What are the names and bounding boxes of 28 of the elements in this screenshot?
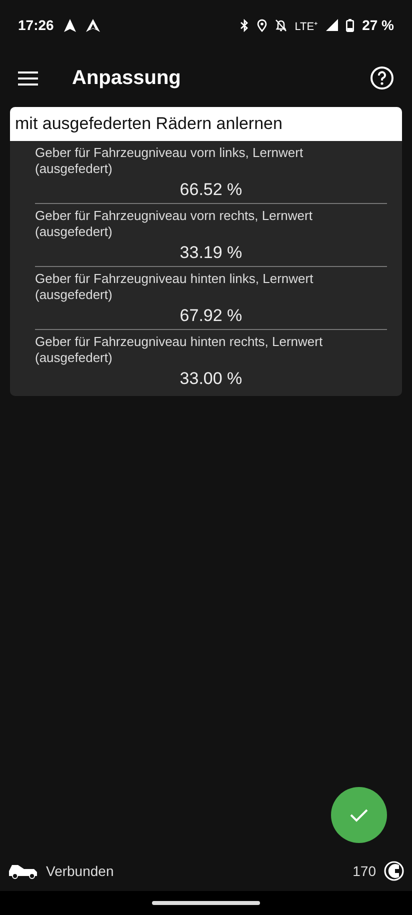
network-type: LTE⁺ [294, 20, 318, 32]
car-icon [8, 863, 38, 879]
home-handle[interactable] [152, 901, 260, 905]
connector-icon [384, 861, 404, 881]
connection-status: Verbunden [46, 863, 114, 879]
parameter-label: Geber für Fahrzeugniveau vorn links, Lernwert (ausgefedert) [35, 145, 304, 177]
bell-off-icon [274, 18, 287, 32]
parameter-label: Geber für Fahrzeugniveau vorn rechts, Lernwert (ausgefedert) [35, 208, 314, 240]
menu-icon[interactable] [18, 70, 38, 86]
double-arrow-icon [86, 18, 100, 32]
battery-icon [346, 18, 354, 32]
group-header: mit ausgefederten Rädern anlernen [10, 107, 402, 141]
bluetooth-icon [240, 18, 249, 32]
help-icon[interactable] [370, 66, 394, 90]
status-time: 17:26 [18, 17, 54, 33]
parameter-value: 66.52 % [178, 180, 244, 200]
checkmark-icon [350, 808, 368, 822]
parameter-value: 33.19 % [178, 243, 244, 263]
counter: 170 [352, 863, 376, 879]
battery-level: 27 % [362, 17, 394, 33]
navigation-arrow-icon [64, 18, 76, 32]
parameter-value: 33.00 % [178, 369, 244, 389]
location-icon [256, 18, 267, 32]
screen-title: Anpassung [72, 66, 181, 90]
parameter-label: Geber für Fahrzeugniveau hinten links, Lernwert (ausgefedert) [35, 271, 314, 303]
parameter-label: Geber für Fahrzeugniveau hinten rechts, Lernwert (ausgefedert) [35, 334, 324, 366]
signal-icon [326, 19, 338, 31]
parameter-value: 67.92 % [178, 306, 244, 326]
